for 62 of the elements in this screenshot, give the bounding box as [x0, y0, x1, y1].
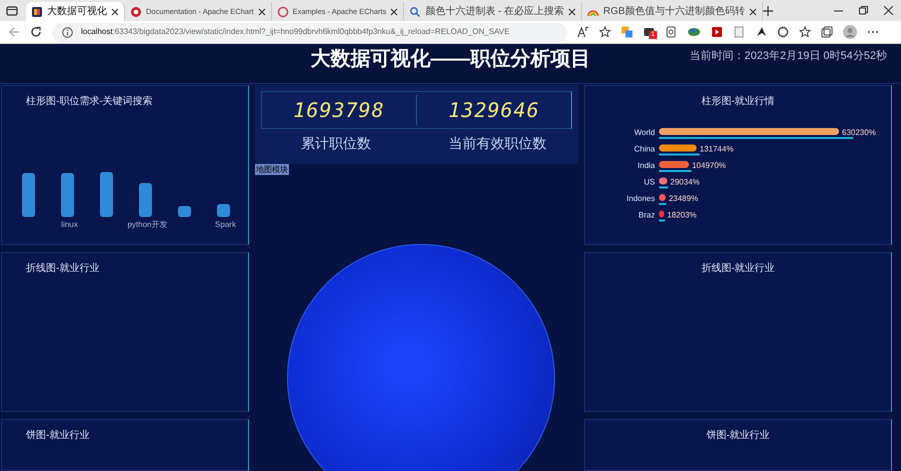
- data-bar: [659, 210, 664, 218]
- panel-title: 折线图-就业行业: [701, 262, 775, 276]
- tab-actions-icon[interactable]: [6, 4, 18, 16]
- more-icon[interactable]: [867, 30, 879, 34]
- close-icon[interactable]: [390, 8, 398, 16]
- panel-title: 饼图-就业行业: [706, 428, 770, 443]
- category-label: Indones: [626, 194, 655, 203]
- page-icon[interactable]: [733, 26, 745, 38]
- collections-icon[interactable]: [821, 26, 833, 38]
- ring-logo-icon: [130, 6, 142, 18]
- app-logo-icon: [31, 6, 43, 18]
- counter-label: 当前有效职位数: [448, 134, 546, 153]
- data-bar: [659, 161, 689, 168]
- ring-logo-icon: [276, 6, 289, 18]
- read-aloud-icon[interactable]: [577, 26, 589, 38]
- close-icon[interactable]: [748, 8, 757, 16]
- value-label: 23489%: [668, 194, 698, 203]
- axis-label: python开发: [127, 219, 168, 231]
- translate-icon[interactable]: [621, 26, 633, 38]
- panel-title: 折线图-就业行业: [26, 262, 100, 276]
- close-icon[interactable]: [258, 8, 266, 16]
- category-label: World: [634, 128, 655, 137]
- page-title: 大数据可视化——职位分析项目: [310, 47, 590, 72]
- category-label: China: [634, 144, 655, 154]
- counter-label: 累计职位数: [300, 134, 371, 153]
- new-tab-icon[interactable]: [762, 6, 773, 16]
- axis-label: linux: [61, 219, 78, 231]
- current-time: 当前时间：2023年2月19日 0时54分52秒: [690, 49, 887, 64]
- bird-icon[interactable]: [755, 26, 767, 38]
- close-icon[interactable]: [111, 8, 119, 16]
- panel-title: 柱形图-职位需求-关键词搜索: [26, 94, 153, 109]
- panel-title: 饼图-就业行业: [26, 428, 90, 443]
- value-label: 104970%: [692, 161, 726, 170]
- close-icon[interactable]: [884, 6, 893, 15]
- value-label: 29034%: [670, 178, 700, 186]
- counter-value: 1693798: [293, 97, 385, 124]
- profile-avatar-icon[interactable]: [843, 25, 857, 39]
- category-label: Braz: [638, 210, 655, 220]
- data-bar: [659, 144, 697, 152]
- extension-icon[interactable]: [777, 26, 789, 38]
- search-icon: [409, 6, 422, 18]
- extension-icon[interactable]: [665, 26, 677, 38]
- address-field[interactable]: localhost:63343/bigdata2023/view/static/index.html?_ijt=hno99dbrvh6kml0qbbb4fp3nku&_ij_reload=RELOAD_ON_SAVE: [52, 22, 567, 42]
- data-bar: [659, 178, 668, 184]
- extension-icon[interactable]: [711, 26, 723, 38]
- category-label: India: [638, 161, 655, 170]
- map-module-label: 地图模块: [255, 164, 289, 175]
- axis-label: Spark: [215, 219, 236, 231]
- url-text: localhost:63343/bigdata2023/view/static/index.html?_ijt=hno99dbrvh6kml0qbbb4fp3nku&_ij_reload=RELOAD_ON_SAVE: [81, 26, 510, 38]
- restore-icon[interactable]: [859, 6, 868, 15]
- info-icon: [62, 26, 73, 38]
- panel-title: 柱形图-就业行情: [701, 94, 775, 109]
- value-label: 131744%: [700, 144, 734, 154]
- data-bar: [659, 194, 666, 201]
- counter-value: 1329646: [448, 97, 540, 124]
- reload-icon[interactable]: [30, 26, 42, 38]
- close-icon[interactable]: [568, 8, 576, 16]
- favorites-icon[interactable]: [799, 26, 811, 38]
- value-label: 18203%: [667, 210, 697, 220]
- browser-tab[interactable]: 大数据可视化: [26, 2, 125, 21]
- value-label: 630230%: [842, 128, 876, 137]
- category-label: US: [644, 178, 655, 186]
